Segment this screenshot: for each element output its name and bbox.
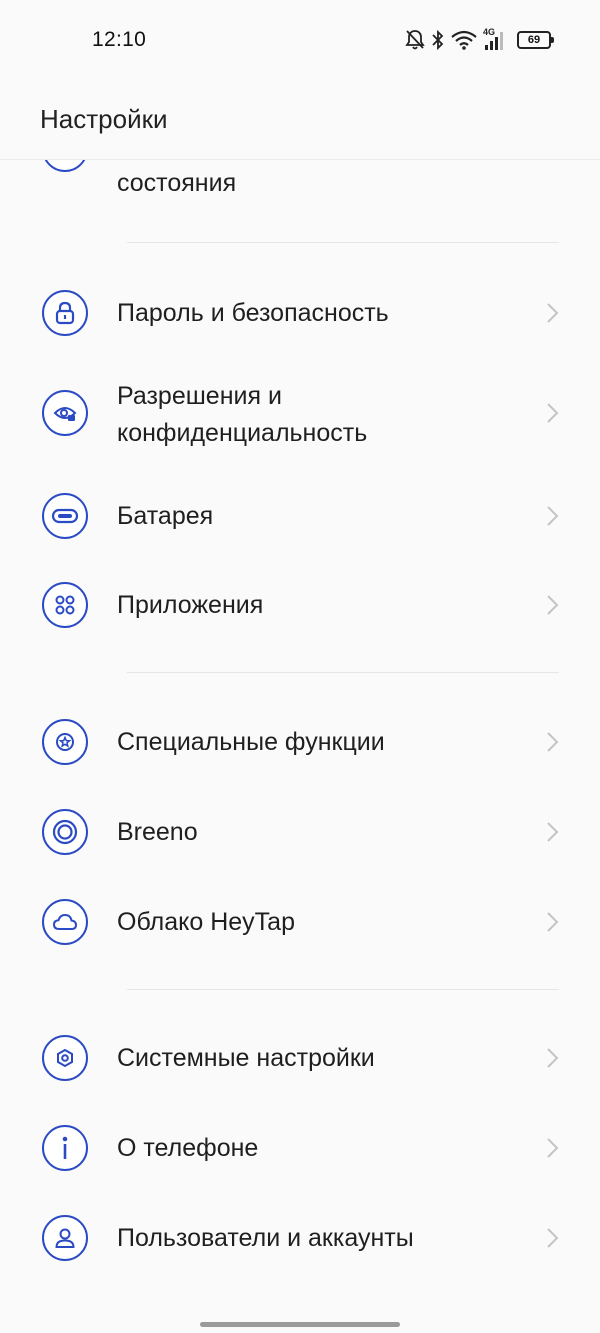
settings-item-label: Пользователи и аккаунты: [117, 1224, 414, 1252]
section-divider: [127, 672, 559, 673]
settings-item-permissions-privacy[interactable]: Разрешения и конфиденциальность: [0, 368, 600, 464]
status-icons: 4G 69: [405, 27, 554, 53]
settings-item-password-security[interactable]: Пароль и безопасность: [0, 268, 600, 358]
cloud-icon: [42, 899, 88, 945]
settings-item-label: Облако HeyTap: [117, 908, 295, 936]
settings-item-battery[interactable]: Батарея: [0, 471, 600, 561]
lock-icon: [42, 290, 88, 336]
star-icon: [42, 719, 88, 765]
battery-level: 69: [527, 34, 541, 46]
header: Настройки: [0, 80, 600, 160]
bell-off-icon: [405, 29, 425, 51]
settings-item-label-line2: конфиденциальность: [117, 419, 368, 447]
chevron-right-icon: [547, 822, 559, 842]
settings-item-status-bar[interactable]: состояния: [0, 160, 600, 238]
chevron-right-icon: [547, 303, 559, 323]
settings-item-label: Специальные функции: [117, 728, 385, 756]
breeno-ring-icon: [42, 809, 88, 855]
chevron-right-icon: [547, 506, 559, 526]
section-divider: [127, 242, 559, 243]
settings-item-breeno[interactable]: Breeno: [0, 787, 600, 877]
settings-item-apps[interactable]: Приложения: [0, 560, 600, 650]
settings-item-label: Приложения: [117, 591, 264, 619]
chevron-right-icon: [547, 1048, 559, 1068]
apps-grid-icon: [42, 582, 88, 628]
chevron-right-icon: [547, 732, 559, 752]
battery-icon: 69: [517, 31, 554, 49]
settings-item-system-settings[interactable]: Системные настройки: [0, 1013, 600, 1103]
settings-item-label: состояния: [117, 169, 237, 197]
status-bar: 12:10 4G 69: [0, 0, 600, 80]
settings-item-users-accounts[interactable]: Пользователи и аккаунты: [0, 1193, 600, 1283]
settings-item-about-phone[interactable]: О телефоне: [0, 1103, 600, 1193]
status-time: 12:10: [92, 28, 147, 51]
settings-item-label: Системные настройки: [117, 1044, 375, 1072]
chevron-right-icon: [547, 1138, 559, 1158]
chevron-right-icon: [547, 1228, 559, 1248]
settings-item-label-line1: Разрешения и: [117, 382, 282, 410]
section-divider: [127, 989, 559, 990]
settings-item-label: Пароль и безопасность: [117, 299, 389, 327]
page-title: Настройки: [40, 104, 168, 134]
settings-screen: 12:10 4G 69 Настройки состояния Пароль и…: [0, 0, 600, 1333]
settings-item-heytap-cloud[interactable]: Облако HeyTap: [0, 877, 600, 967]
settings-list[interactable]: состояния Пароль и безопасность Разрешен…: [0, 160, 600, 1320]
wifi-icon: [451, 30, 477, 50]
battery-outline-icon: [42, 493, 88, 539]
hexagon-gear-icon: [42, 1035, 88, 1081]
chevron-right-icon: [547, 403, 559, 423]
status-bar-icon: [42, 160, 88, 172]
user-icon: [42, 1215, 88, 1261]
bluetooth-icon: [431, 29, 445, 51]
settings-item-label: Breeno: [117, 818, 198, 846]
chevron-right-icon: [547, 912, 559, 932]
privacy-eye-icon: [42, 390, 88, 436]
settings-item-label: О телефоне: [117, 1134, 259, 1162]
info-icon: [42, 1125, 88, 1171]
chevron-right-icon: [547, 595, 559, 615]
settings-item-special-features[interactable]: Специальные функции: [0, 697, 600, 787]
settings-item-label: Батарея: [117, 502, 214, 530]
cellular-signal-icon: 4G: [483, 27, 507, 51]
home-indicator[interactable]: [200, 1322, 400, 1327]
